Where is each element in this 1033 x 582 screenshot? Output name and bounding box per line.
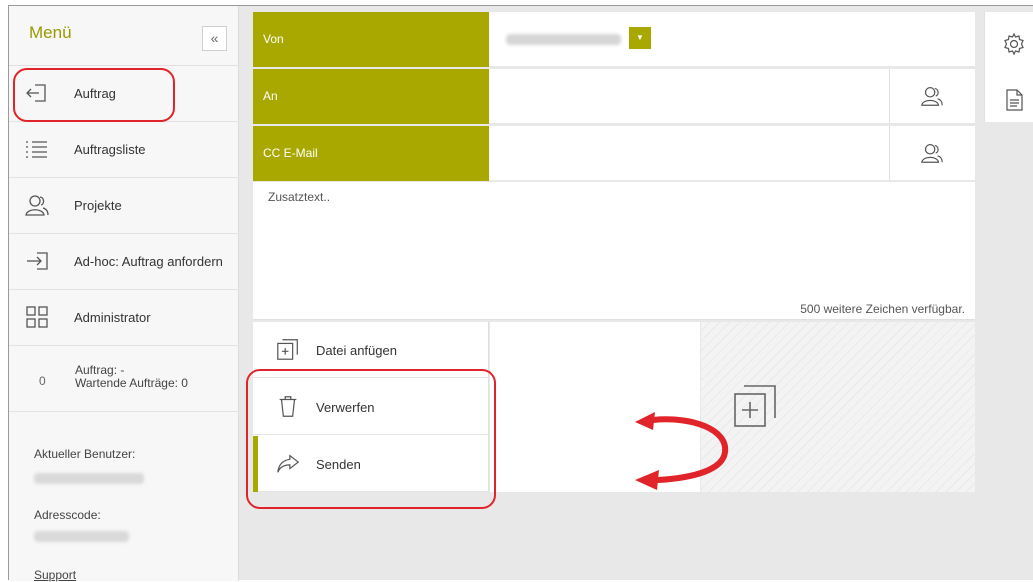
settings-gear-icon[interactable] xyxy=(1002,32,1026,56)
sender-value-redacted[interactable] xyxy=(506,34,621,45)
divider xyxy=(889,69,890,124)
users-icon[interactable] xyxy=(919,140,945,166)
grid-icon xyxy=(26,306,48,328)
sidebar-item-projekte[interactable]: Projekte xyxy=(9,178,239,234)
users-icon[interactable] xyxy=(919,83,945,109)
sidebar-header: Menü « xyxy=(9,6,239,66)
status-text: Auftrag: - Wartende Aufträge: 0 xyxy=(75,364,188,390)
current-user-value-redacted xyxy=(34,473,144,484)
to-label: An xyxy=(253,69,489,124)
highlight-outline xyxy=(13,68,175,122)
right-toolbar xyxy=(984,12,1033,122)
attach-file-label: Datei anfügen xyxy=(316,343,397,358)
job-status: 0 Auftrag: - Wartende Aufträge: 0 xyxy=(9,346,239,412)
char-counter: 500 weitere Zeichen verfügbar. xyxy=(800,302,965,316)
sender-dropdown-button[interactable]: ▼ xyxy=(629,27,651,49)
additional-text-field[interactable]: Zusatztext.. 500 weitere Zeichen verfügb… xyxy=(253,182,975,320)
sidebar-item-ad-hoc[interactable]: Ad-hoc: Auftrag anfordern xyxy=(9,234,239,290)
sidebar-item-administrator[interactable]: Administrator xyxy=(9,290,239,346)
annotation-arrows xyxy=(635,412,729,490)
cc-row: CC E-Mail xyxy=(253,126,975,181)
add-file-icon xyxy=(277,339,298,360)
sidebar-item-label: Administrator xyxy=(74,310,151,325)
from-row: Von ▼ xyxy=(253,12,975,67)
sign-in-arrow-icon xyxy=(27,252,48,270)
text-placeholder: Zusatztext.. xyxy=(268,190,331,204)
collapse-sidebar-button[interactable]: « xyxy=(202,26,227,51)
address-code-value-redacted xyxy=(34,531,129,542)
document-icon[interactable] xyxy=(1002,88,1026,112)
current-user-label: Aktueller Benutzer: xyxy=(34,447,136,461)
users-icon xyxy=(25,195,49,216)
cc-label: CC E-Mail xyxy=(253,126,489,181)
sidebar-item-label: Auftragsliste xyxy=(74,142,146,157)
sidebar-item-label: Ad-hoc: Auftrag anfordern xyxy=(74,254,223,269)
menu-title: Menü xyxy=(29,23,72,42)
highlight-outline xyxy=(246,369,496,509)
to-row: An xyxy=(253,69,975,124)
sidebar-item-label: Projekte xyxy=(74,198,122,213)
status-line-waiting: Wartende Aufträge: 0 xyxy=(75,376,188,390)
status-count: 0 xyxy=(39,374,46,388)
divider xyxy=(889,126,890,181)
sidebar-item-auftragsliste[interactable]: Auftragsliste xyxy=(9,122,239,178)
address-code-label: Adresscode: xyxy=(34,508,101,522)
app-frame: Menü « Auftrag Auftragsliste Projekte Ad… xyxy=(8,5,1033,582)
list-icon xyxy=(26,141,47,158)
from-label: Von xyxy=(253,12,489,67)
